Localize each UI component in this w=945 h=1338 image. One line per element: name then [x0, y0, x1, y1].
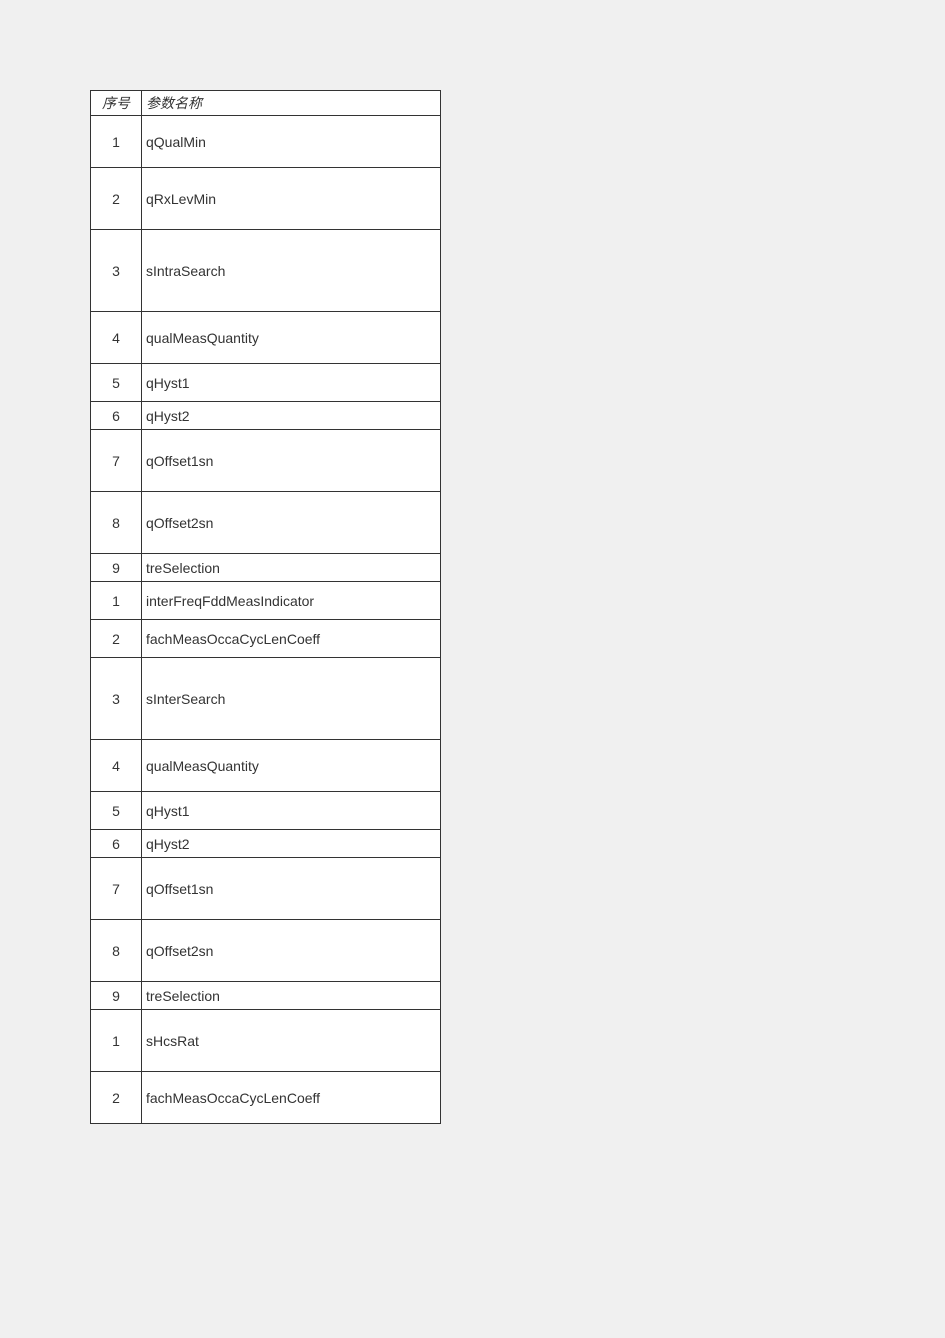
cell-name: qHyst2 [142, 830, 441, 858]
cell-name: sIntraSearch [142, 230, 441, 312]
cell-seq: 2 [91, 1072, 142, 1124]
cell-name: interFreqFddMeasIndicator [142, 582, 441, 620]
table-row: 2qRxLevMin [91, 168, 441, 230]
cell-seq: 1 [91, 582, 142, 620]
table-row: 6qHyst2 [91, 402, 441, 430]
table-row: 5qHyst1 [91, 364, 441, 402]
document-page: 序号 参数名称 1qQualMin2qRxLevMin3sIntraSearch… [0, 0, 945, 1338]
cell-name: treSelection [142, 554, 441, 582]
cell-seq: 3 [91, 658, 142, 740]
table-row: 7qOffset1sn [91, 430, 441, 492]
cell-seq: 8 [91, 492, 142, 554]
cell-name: qOffset2sn [142, 492, 441, 554]
cell-name: fachMeasOccaCycLenCoeff [142, 1072, 441, 1124]
cell-seq: 2 [91, 168, 142, 230]
cell-seq: 8 [91, 920, 142, 982]
table-row: 1interFreqFddMeasIndicator [91, 582, 441, 620]
cell-name: treSelection [142, 982, 441, 1010]
table-row: 3sInterSearch [91, 658, 441, 740]
cell-seq: 9 [91, 982, 142, 1010]
cell-name: qualMeasQuantity [142, 312, 441, 364]
cell-seq: 7 [91, 858, 142, 920]
cell-seq: 6 [91, 830, 142, 858]
cell-seq: 1 [91, 116, 142, 168]
cell-seq: 4 [91, 312, 142, 364]
cell-name: qualMeasQuantity [142, 740, 441, 792]
table-row: 3sIntraSearch [91, 230, 441, 312]
table-row: 4qualMeasQuantity [91, 740, 441, 792]
cell-name: qHyst1 [142, 792, 441, 830]
table-row: 4qualMeasQuantity [91, 312, 441, 364]
cell-name: qQualMin [142, 116, 441, 168]
cell-name: sHcsRat [142, 1010, 441, 1072]
table-row: 6qHyst2 [91, 830, 441, 858]
header-seq: 序号 [91, 91, 142, 116]
table-row: 5qHyst1 [91, 792, 441, 830]
cell-name: sInterSearch [142, 658, 441, 740]
cell-seq: 5 [91, 364, 142, 402]
table-row: 8qOffset2sn [91, 920, 441, 982]
table-row: 8qOffset2sn [91, 492, 441, 554]
cell-name: qHyst1 [142, 364, 441, 402]
cell-seq: 1 [91, 1010, 142, 1072]
table-row: 1qQualMin [91, 116, 441, 168]
table-row: 7qOffset1sn [91, 858, 441, 920]
table-row: 9treSelection [91, 554, 441, 582]
cell-seq: 2 [91, 620, 142, 658]
cell-name: qHyst2 [142, 402, 441, 430]
cell-name: qOffset1sn [142, 430, 441, 492]
table-body: 1qQualMin2qRxLevMin3sIntraSearch4qualMea… [91, 116, 441, 1124]
cell-name: fachMeasOccaCycLenCoeff [142, 620, 441, 658]
cell-name: qOffset2sn [142, 920, 441, 982]
cell-seq: 4 [91, 740, 142, 792]
table-row: 2fachMeasOccaCycLenCoeff [91, 620, 441, 658]
cell-seq: 9 [91, 554, 142, 582]
table-row: 2fachMeasOccaCycLenCoeff [91, 1072, 441, 1124]
parameter-table: 序号 参数名称 1qQualMin2qRxLevMin3sIntraSearch… [90, 90, 441, 1124]
table-row: 1sHcsRat [91, 1010, 441, 1072]
cell-seq: 7 [91, 430, 142, 492]
table-header-row: 序号 参数名称 [91, 91, 441, 116]
cell-seq: 6 [91, 402, 142, 430]
cell-seq: 5 [91, 792, 142, 830]
header-name: 参数名称 [142, 91, 441, 116]
cell-name: qRxLevMin [142, 168, 441, 230]
cell-name: qOffset1sn [142, 858, 441, 920]
cell-seq: 3 [91, 230, 142, 312]
table-row: 9treSelection [91, 982, 441, 1010]
